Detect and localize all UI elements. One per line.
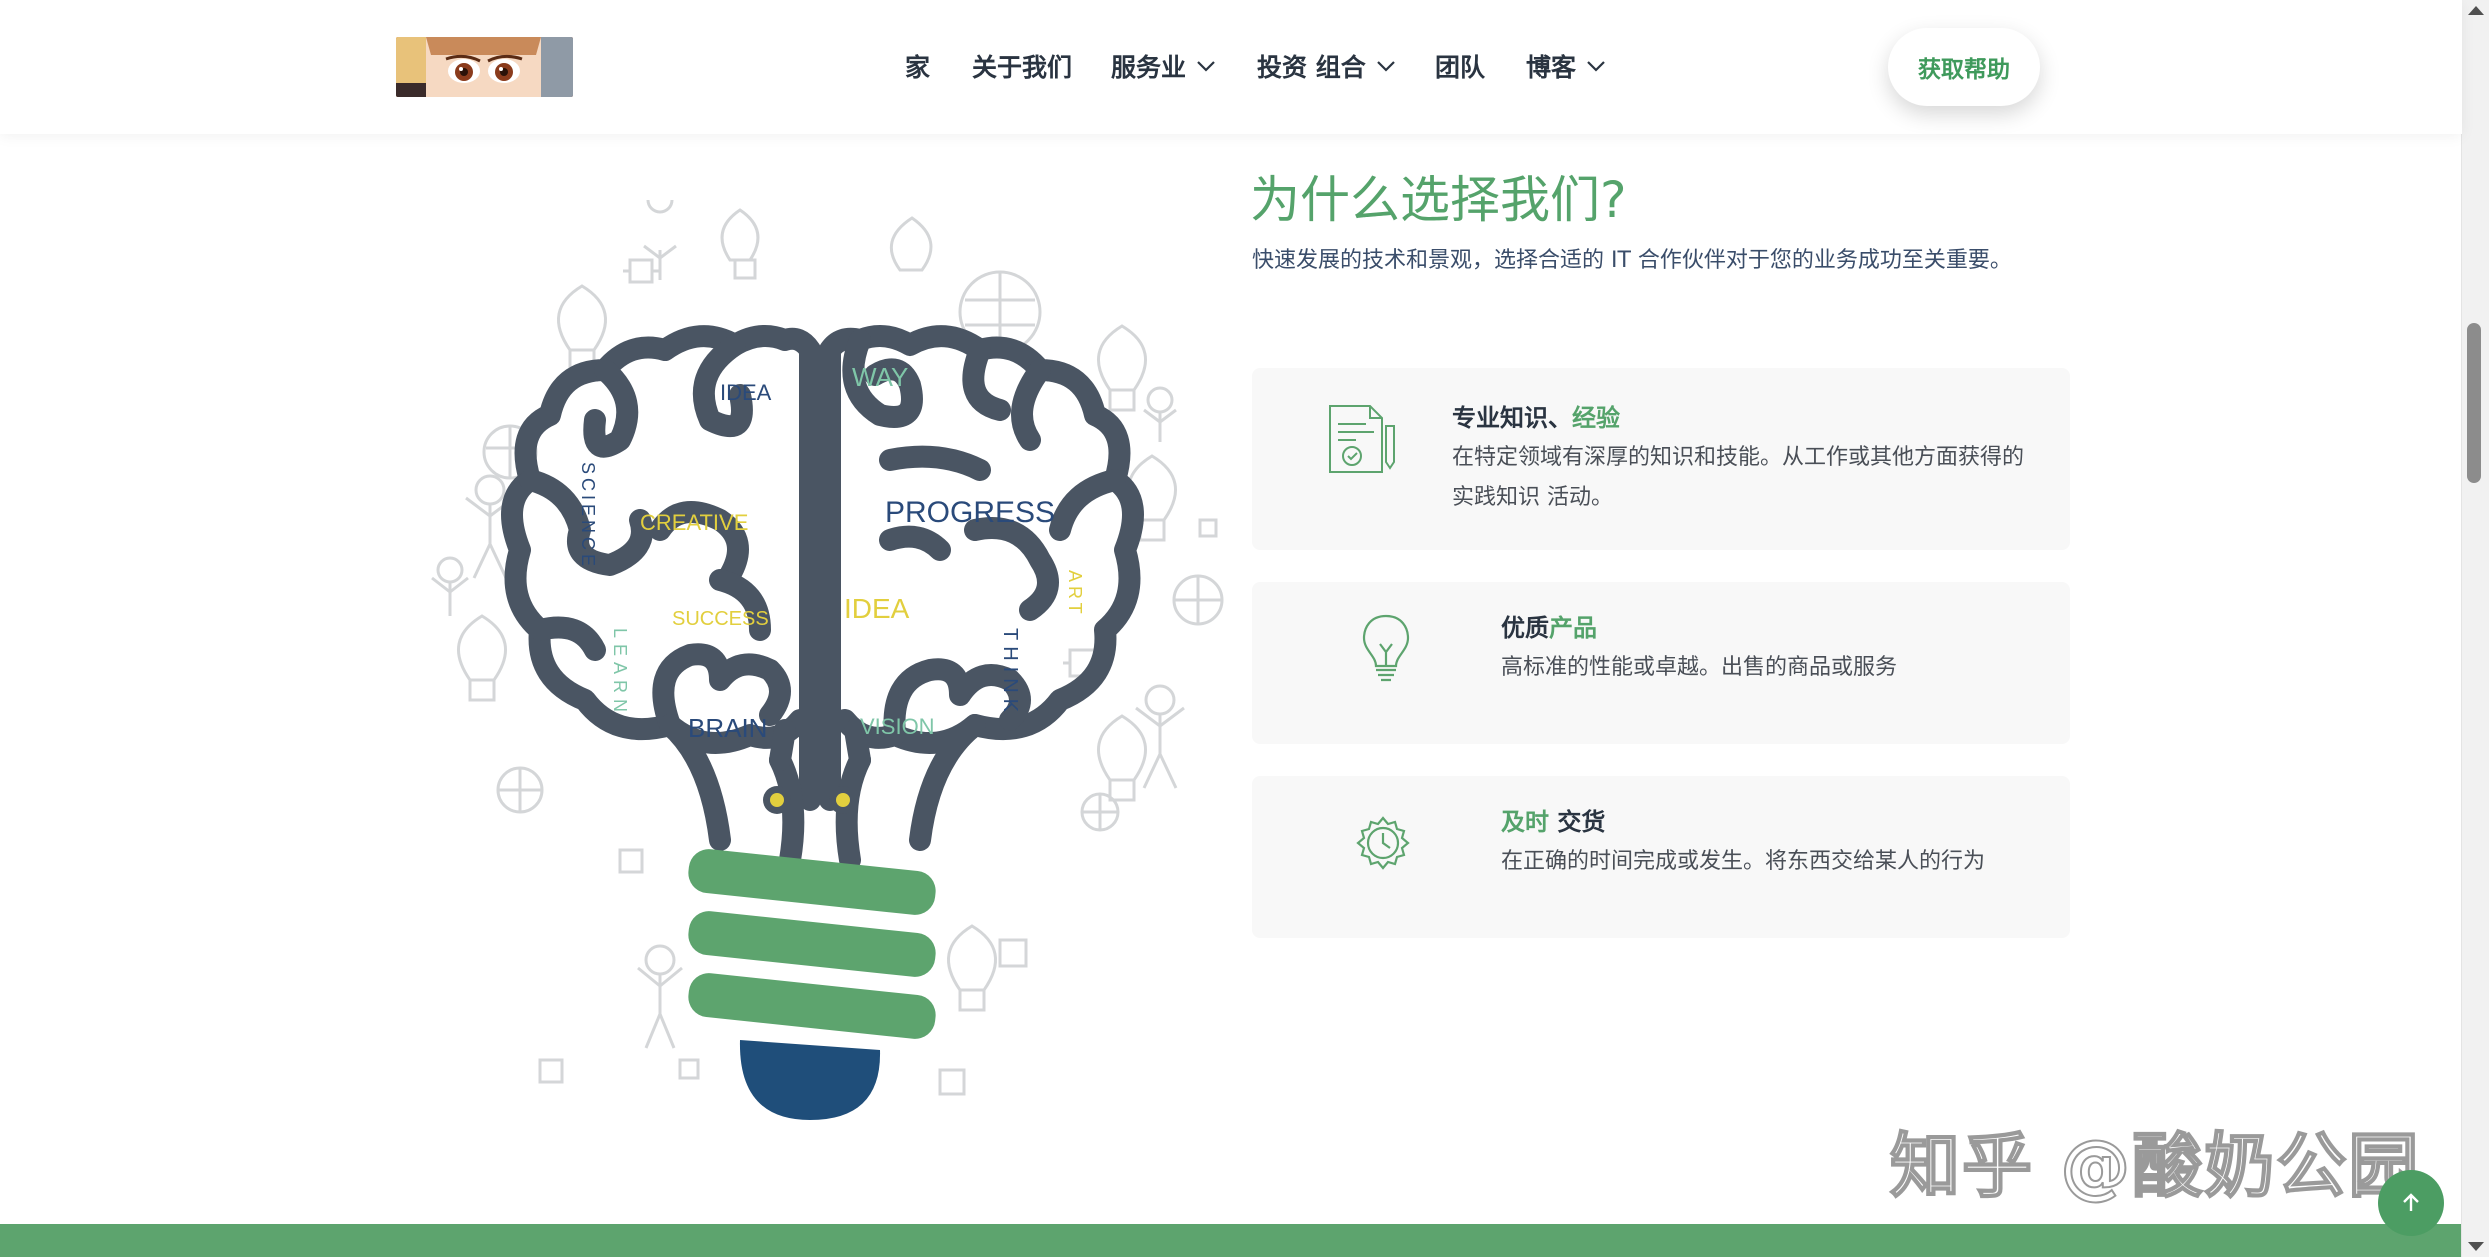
- card-text: 在特定领域有深厚的知识和技能。从工作或其他方面获得的实践知识 活动。: [1452, 445, 2025, 510]
- nav-item-about[interactable]: 关于我们: [972, 48, 1072, 84]
- brain-bulb-illustration: IDEA WAY SCIENCE CREATIVE PROGRESS SUCCE…: [420, 186, 1240, 1170]
- card-title: 及时 交货: [1501, 808, 1606, 836]
- chevron-down-icon: [1197, 61, 1215, 72]
- nav-item-label: 服务业: [1111, 53, 1187, 82]
- nav-item-label: 团队: [1435, 53, 1486, 82]
- nav-item-label: 投资 组合: [1257, 53, 1366, 82]
- section-subtitle: 快速发展的技术和景观，选择合适的 IT 合作伙伴对于您的业务成功至关重要。: [1252, 248, 2012, 273]
- chevron-down-icon: [1376, 61, 1395, 72]
- word-idea-2: IDEA: [844, 593, 910, 624]
- word-learn: LEARN: [610, 628, 630, 718]
- page-scrollbar[interactable]: [2461, 0, 2489, 1257]
- gear-clock-icon: [1348, 808, 1418, 882]
- site-header: 家 关于我们 服务业 投资 组合 团队 博客 获取帮助: [0, 0, 2462, 134]
- card-text: 高标准的性能或卓越。出售的商品或服务: [1501, 655, 1898, 680]
- feature-card-delivery: 及时 交货 在正确的时间完成或发生。将东西交给某人的行为: [1252, 776, 2070, 938]
- word-art: ART: [1065, 570, 1085, 618]
- word-way: WAY: [852, 362, 908, 392]
- nav-item-home[interactable]: 家: [905, 48, 930, 84]
- chevron-down-icon: [1587, 61, 1605, 72]
- nav-item-services[interactable]: 服务业: [1111, 48, 1216, 84]
- section-title: 为什么选择我们?: [1250, 171, 1627, 229]
- card-title: 优质产品: [1501, 614, 1597, 642]
- scroll-up-arrow-icon[interactable]: [2468, 6, 2484, 15]
- word-think: THINK: [999, 628, 1021, 718]
- word-vision: VISION: [860, 714, 935, 739]
- nav-item-label: 家: [905, 53, 931, 82]
- nav-item-blog[interactable]: 博客: [1526, 48, 1606, 84]
- back-to-top-button[interactable]: [2378, 1170, 2444, 1236]
- nav-item-label: 关于我们: [972, 53, 1073, 82]
- card-text: 在正确的时间完成或发生。将东西交给某人的行为: [1501, 849, 1986, 874]
- word-success: SUCCESS: [672, 608, 769, 630]
- scroll-thumb[interactable]: [2467, 323, 2481, 483]
- word-idea: IDEA: [720, 380, 772, 405]
- get-help-button[interactable]: 获取帮助: [1888, 28, 2040, 106]
- feature-card-quality: 优质产品 高标准的性能或卓越。出售的商品或服务: [1252, 582, 2070, 744]
- feature-card-expertise: 专业知识、经验 在特定领域有深厚的知识和技能。从工作或其他方面获得的实践知识 活…: [1252, 368, 2070, 550]
- lightbulb-icon: [1360, 612, 1412, 688]
- nav-item-portfolio[interactable]: 投资 组合: [1257, 48, 1396, 84]
- word-creative: CREATIVE: [640, 510, 748, 535]
- certificate-icon: [1326, 402, 1396, 482]
- scroll-down-arrow-icon[interactable]: [2468, 1242, 2484, 1251]
- word-science: SCIENCE: [578, 462, 598, 570]
- bulb-base-stripes: [688, 849, 936, 1039]
- nav-item-label: 博客: [1526, 53, 1577, 82]
- card-title: 专业知识、经验: [1452, 404, 1620, 432]
- nav-item-team[interactable]: 团队: [1435, 48, 1485, 84]
- site-logo[interactable]: [396, 37, 573, 97]
- word-progress: PROGRESS: [885, 496, 1055, 529]
- word-brain: BRAIN: [688, 713, 767, 743]
- arrow-up-icon: [2403, 1193, 2419, 1211]
- watermark: 知乎 @酸奶公园: [1889, 1124, 2421, 1208]
- bulb-cap: [739, 1040, 881, 1120]
- footer-band: [0, 1224, 2462, 1257]
